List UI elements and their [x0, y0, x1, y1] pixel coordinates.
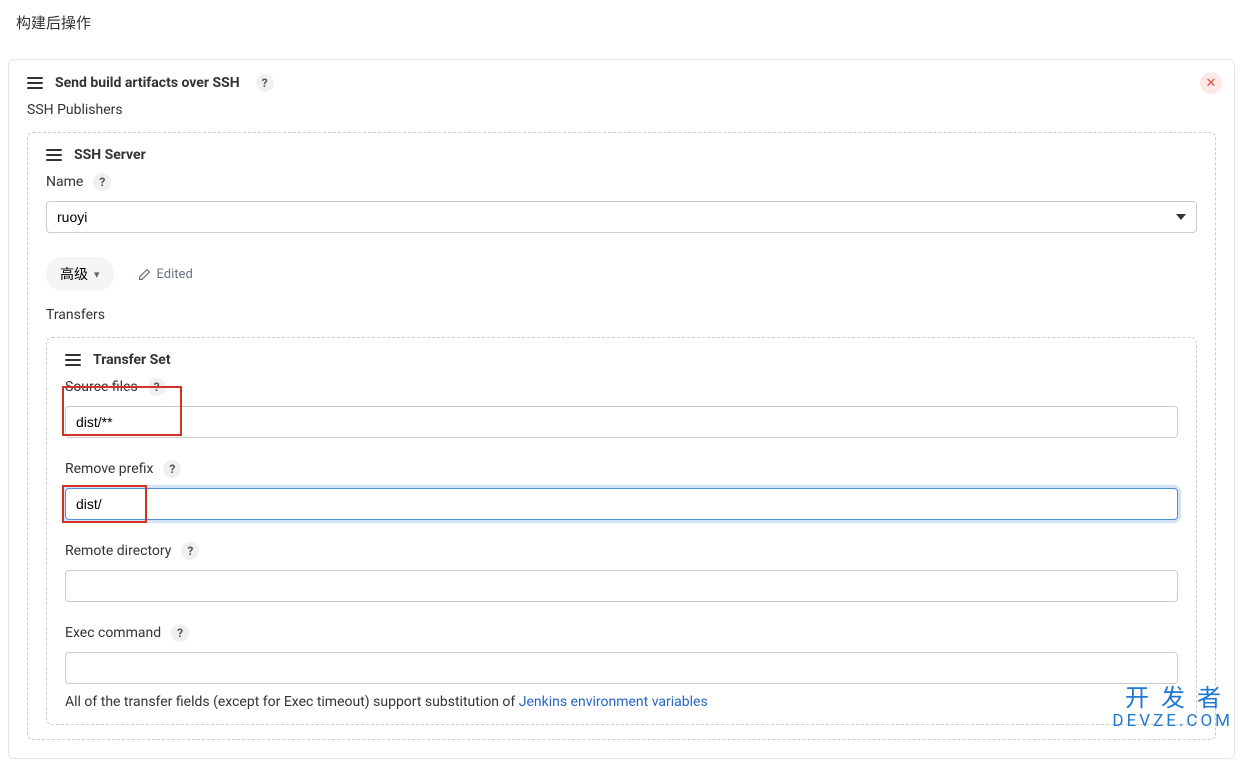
drag-handle-icon[interactable]	[27, 77, 43, 89]
edited-indicator: Edited	[138, 267, 193, 282]
exec-command-input[interactable]	[65, 652, 1178, 684]
source-files-label: Source files	[65, 379, 138, 395]
page-title: 构建后操作	[8, 8, 1235, 53]
artifacts-section: Send build artifacts over SSH ? ✕ SSH Pu…	[8, 59, 1235, 759]
help-icon[interactable]: ?	[256, 74, 274, 92]
footnote: All of the transfer fields (except for E…	[65, 694, 1178, 710]
help-icon[interactable]: ?	[181, 542, 199, 560]
drag-handle-icon[interactable]	[46, 149, 62, 161]
help-icon[interactable]: ?	[163, 460, 181, 478]
help-icon[interactable]: ?	[171, 624, 189, 642]
remote-directory-label: Remote directory	[65, 543, 171, 559]
ssh-server-title: SSH Server	[74, 147, 146, 163]
chevron-down-icon: ▾	[94, 268, 100, 281]
remove-prefix-label: Remove prefix	[65, 461, 153, 477]
source-files-input[interactable]	[65, 406, 1178, 438]
drag-handle-icon[interactable]	[65, 354, 81, 366]
remove-prefix-input[interactable]	[65, 488, 1178, 520]
transfer-set-title: Transfer Set	[93, 352, 171, 368]
pencil-icon	[138, 268, 151, 281]
transfer-set-section: Transfer Set Source files ? Remove prefi…	[46, 337, 1197, 725]
remote-directory-input[interactable]	[65, 570, 1178, 602]
transfers-label: Transfers	[46, 307, 1197, 323]
ssh-publishers-label: SSH Publishers	[27, 102, 1216, 118]
close-icon[interactable]: ✕	[1200, 72, 1222, 94]
help-icon[interactable]: ?	[93, 173, 111, 191]
env-vars-link[interactable]: Jenkins environment variables	[519, 694, 708, 710]
exec-command-label: Exec command	[65, 625, 161, 641]
artifacts-title: Send build artifacts over SSH	[55, 75, 240, 91]
ssh-server-section: SSH Server Name ? ruoyi 高级 ▾ Edited	[27, 132, 1216, 740]
name-label: Name	[46, 174, 83, 190]
help-icon[interactable]: ?	[148, 378, 166, 396]
advanced-button[interactable]: 高级 ▾	[46, 257, 114, 291]
name-select[interactable]: ruoyi	[46, 201, 1197, 233]
